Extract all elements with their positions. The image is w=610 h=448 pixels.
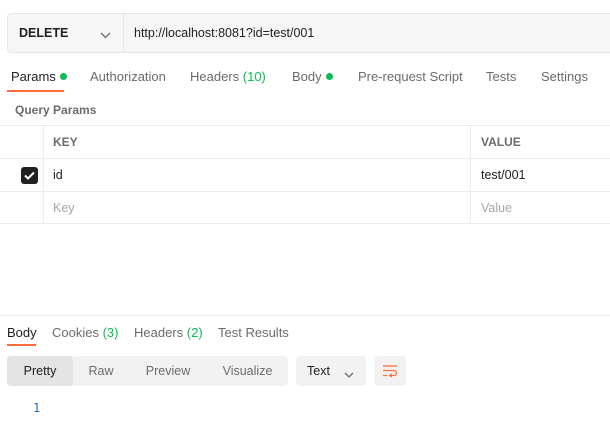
value-column-header: VALUE bbox=[481, 135, 521, 149]
resp-tab-cookies[interactable]: Cookies (3) bbox=[52, 325, 118, 340]
param-checkbox[interactable] bbox=[21, 167, 38, 184]
tab-authorization[interactable]: Authorization bbox=[90, 69, 166, 84]
check-icon bbox=[24, 171, 35, 180]
table-header-row: KEY VALUE bbox=[0, 125, 610, 158]
format-select[interactable]: Text bbox=[296, 356, 366, 386]
check-cell bbox=[0, 159, 44, 191]
new-key-input[interactable]: Key bbox=[44, 192, 471, 223]
url-text: http://localhost:8081?id=test/001 bbox=[134, 26, 315, 40]
view-pretty-button[interactable]: Pretty bbox=[7, 356, 73, 386]
active-tab-underline bbox=[7, 344, 36, 346]
tab-count: (10) bbox=[242, 69, 266, 84]
tab-label: Pre-request Script bbox=[358, 69, 463, 84]
tab-label: Settings bbox=[541, 69, 588, 84]
resp-tab-test-results[interactable]: Test Results bbox=[218, 325, 289, 340]
table-row: Key Value bbox=[0, 191, 610, 224]
line-number: 1 bbox=[33, 401, 41, 415]
params-table: KEY VALUE id test/001 Key Value bbox=[0, 125, 610, 224]
response-tabs: Body Cookies (3) Headers (2) Test Result… bbox=[0, 322, 610, 348]
tab-body[interactable]: Body bbox=[292, 69, 333, 84]
chevron-down-icon bbox=[344, 367, 354, 381]
tab-label: Body bbox=[292, 69, 322, 84]
tab-label: Test Results bbox=[218, 325, 289, 340]
resp-tab-headers[interactable]: Headers (2) bbox=[134, 325, 203, 340]
view-preview-button[interactable]: Preview bbox=[129, 356, 207, 386]
format-label: Text bbox=[307, 364, 330, 378]
method-select[interactable]: DELETE bbox=[8, 14, 124, 52]
tab-label: Tests bbox=[486, 69, 517, 84]
tab-label: Cookies bbox=[52, 325, 99, 340]
wrap-lines-icon bbox=[383, 365, 398, 378]
tab-settings[interactable]: Settings bbox=[541, 69, 588, 84]
key-column-header: KEY bbox=[44, 126, 471, 158]
tab-count: (3) bbox=[102, 325, 119, 340]
method-label: DELETE bbox=[19, 26, 69, 40]
response-divider[interactable] bbox=[0, 315, 610, 316]
request-bar: DELETE http://localhost:8081?id=test/001 bbox=[7, 13, 610, 53]
tab-tests[interactable]: Tests bbox=[486, 69, 516, 84]
param-value-input[interactable]: test/001 bbox=[471, 159, 610, 191]
tab-label: Params bbox=[11, 69, 56, 84]
tab-count: (2) bbox=[186, 325, 203, 340]
check-column-header bbox=[0, 126, 44, 158]
chevron-down-icon bbox=[100, 28, 111, 42]
query-params-title: Query Params bbox=[15, 103, 97, 117]
table-row: id test/001 bbox=[0, 158, 610, 191]
tab-label: Headers bbox=[134, 325, 184, 340]
view-visualize-button[interactable]: Visualize bbox=[207, 356, 288, 386]
tab-label: Headers bbox=[190, 69, 240, 84]
param-key-input[interactable]: id bbox=[44, 159, 471, 191]
view-mode-selector: Pretty Raw Preview Visualize bbox=[7, 356, 288, 386]
request-tabs: Params Authorization Headers (10) Body P… bbox=[0, 66, 610, 92]
tab-label: Body bbox=[7, 325, 37, 340]
tab-params[interactable]: Params bbox=[11, 69, 67, 84]
status-dot bbox=[325, 73, 333, 80]
tab-headers[interactable]: Headers (10) bbox=[190, 69, 266, 84]
status-dot bbox=[59, 73, 67, 80]
check-cell bbox=[0, 192, 44, 223]
view-raw-button[interactable]: Raw bbox=[73, 356, 129, 386]
active-tab-underline bbox=[7, 90, 64, 92]
wrap-lines-button[interactable] bbox=[374, 356, 406, 386]
new-value-input[interactable]: Value bbox=[471, 192, 610, 223]
tab-pre-request-script[interactable]: Pre-request Script bbox=[358, 69, 463, 84]
url-input[interactable]: http://localhost:8081?id=test/001 bbox=[124, 14, 314, 52]
resp-tab-body[interactable]: Body bbox=[7, 325, 37, 340]
tab-label: Authorization bbox=[90, 69, 166, 84]
